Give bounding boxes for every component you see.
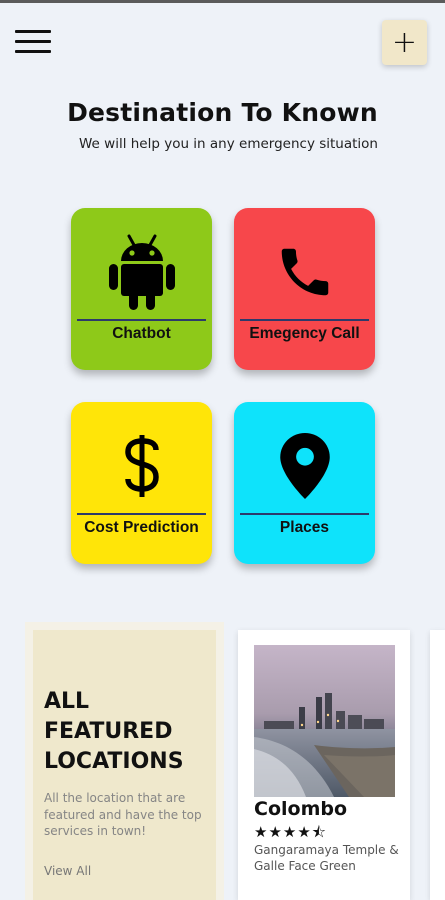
add-button[interactable]: + [382, 20, 427, 65]
location-description: Gangaramaya Temple & Galle Face Green [254, 843, 399, 873]
cost-prediction-tile[interactable]: Cost Prediction [71, 402, 212, 564]
hamburger-menu-icon [15, 30, 51, 33]
dollar-icon [71, 426, 212, 506]
page-subtitle: We will help you in any emergency situat… [79, 136, 378, 152]
tile-divider [240, 319, 369, 321]
featured-title-line: LOCATIONS [44, 749, 184, 774]
places-label: Places [279, 519, 330, 536]
page-title: Destination To Known [67, 98, 378, 127]
hamburger-line [15, 40, 51, 43]
location-name: Colombo [254, 798, 348, 820]
top-divider [0, 0, 445, 3]
menu-button[interactable] [15, 30, 51, 58]
chatbot-tile[interactable]: Chatbot [71, 208, 212, 370]
tile-divider [77, 319, 206, 321]
tile-divider [240, 513, 369, 515]
tile-divider [77, 513, 206, 515]
featured-title-line: ALL [44, 689, 90, 714]
location-pin-icon [234, 426, 375, 506]
places-tile[interactable]: Places [234, 402, 375, 564]
featured-description: All the location that are featured and h… [44, 791, 202, 838]
view-all-link[interactable]: View All [44, 864, 91, 878]
featured-locations-card: ALL FEATURED LOCATIONS All the location … [33, 630, 216, 900]
hamburger-line [15, 50, 51, 53]
featured-title: ALL FEATURED LOCATIONS [44, 687, 184, 777]
featured-title-line: FEATURED [44, 719, 173, 744]
phone-icon [234, 232, 375, 312]
colombo-photo [254, 645, 395, 797]
location-card-colombo[interactable]: Colombo ★★★★⯪ Gangaramaya Temple & Galle… [238, 630, 410, 900]
android-icon [71, 232, 212, 312]
cost-prediction-label: Cost Prediction [84, 519, 199, 536]
next-location-card[interactable] [430, 630, 445, 900]
emergency-call-label: Emegency Call [249, 325, 360, 342]
chatbot-label: Chatbot [112, 325, 171, 342]
emergency-call-tile[interactable]: Emegency Call [234, 208, 375, 370]
